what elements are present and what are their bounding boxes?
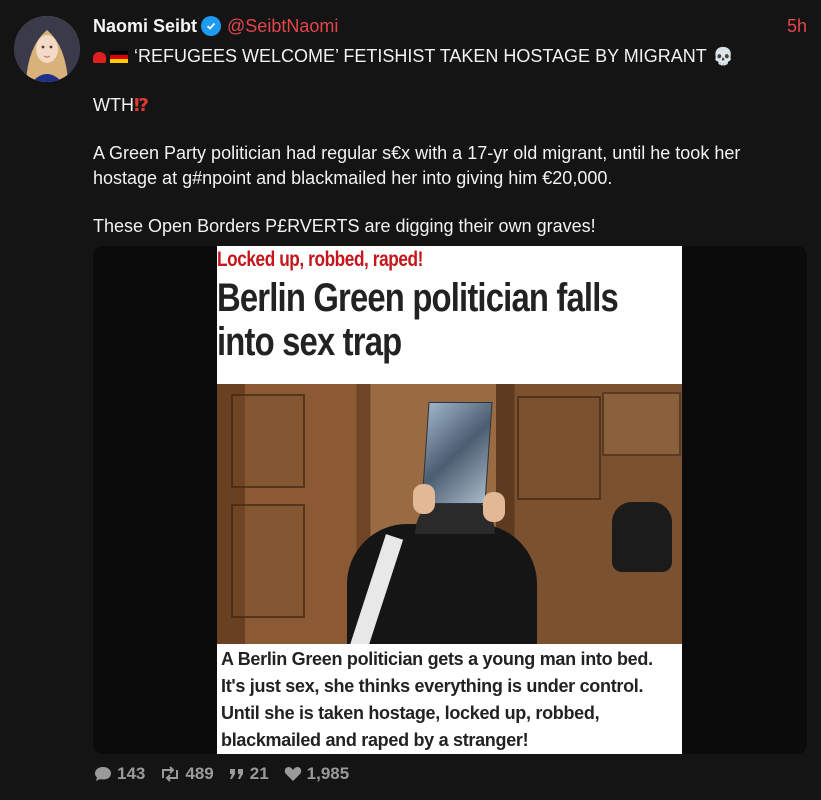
heart-icon [284,767,301,781]
tweet-line-wth: WTH⁉ [93,93,793,118]
interrobang-icon: ⁉ [133,95,149,116]
article-screenshot: Locked up, robbed, raped! Berlin Green p… [217,246,682,754]
avatar-portrait [14,16,80,82]
tweet-actions: 143 489 21 1,985 [93,764,363,784]
quote-button[interactable]: 21 [228,764,269,784]
hand-right [483,492,505,522]
police-light-icon [93,51,106,63]
tweet-text: ‘REFUGEES WELCOME’ FETISHIST TAKEN HOSTA… [93,44,793,239]
wood-panel [231,504,305,618]
tweet-header: Naomi Seibt @SeibtNaomi [93,14,338,38]
tweet-line-headline: ‘REFUGEES WELCOME’ FETISHIST TAKEN HOSTA… [93,44,793,70]
timestamp[interactable]: 5h [787,14,807,38]
article-photo [217,384,682,644]
like-button[interactable]: 1,985 [283,764,350,784]
quote-count: 21 [249,764,269,783]
verified-badge-icon [201,16,222,36]
tweet-paragraph: A Green Party politician had regular s€x… [93,143,741,188]
reply-count: 143 [117,764,146,783]
retweet-count: 489 [185,764,214,783]
retweet-button[interactable]: 489 [159,764,214,784]
hand-left [413,484,435,514]
like-count: 1,985 [306,764,350,783]
article-headline: Berlin Green politician falls into sex t… [217,276,619,364]
window-panel [602,392,681,456]
quote-icon [229,769,243,779]
user-handle[interactable]: @SeibtNaomi [227,14,338,38]
avatar[interactable] [14,16,80,82]
skull-icon: 💀 [712,47,734,67]
tweet: Naomi Seibt @SeibtNaomi 5h ‘REFUGEES WEL… [0,0,821,800]
wood-panel [231,394,305,488]
tweet-closing: These Open Borders P£RVERTS are digging … [93,216,596,236]
germany-flag-icon [110,51,128,64]
article-kicker: Locked up, robbed, raped! [217,248,423,271]
chair [612,502,672,572]
display-name[interactable]: Naomi Seibt [93,14,197,38]
retweet-icon [162,766,179,782]
headline-text: ‘REFUGEES WELCOME’ FETISHIST TAKEN HOSTA… [134,46,707,66]
media-attachment[interactable]: Locked up, robbed, raped! Berlin Green p… [93,246,807,754]
wth-text: WTH [93,95,134,115]
speech-bubble-icon [95,767,111,781]
reply-button[interactable]: 143 [93,764,145,784]
article-caption: A Berlin Green politician gets a young m… [221,649,653,750]
wood-panel [517,396,601,500]
